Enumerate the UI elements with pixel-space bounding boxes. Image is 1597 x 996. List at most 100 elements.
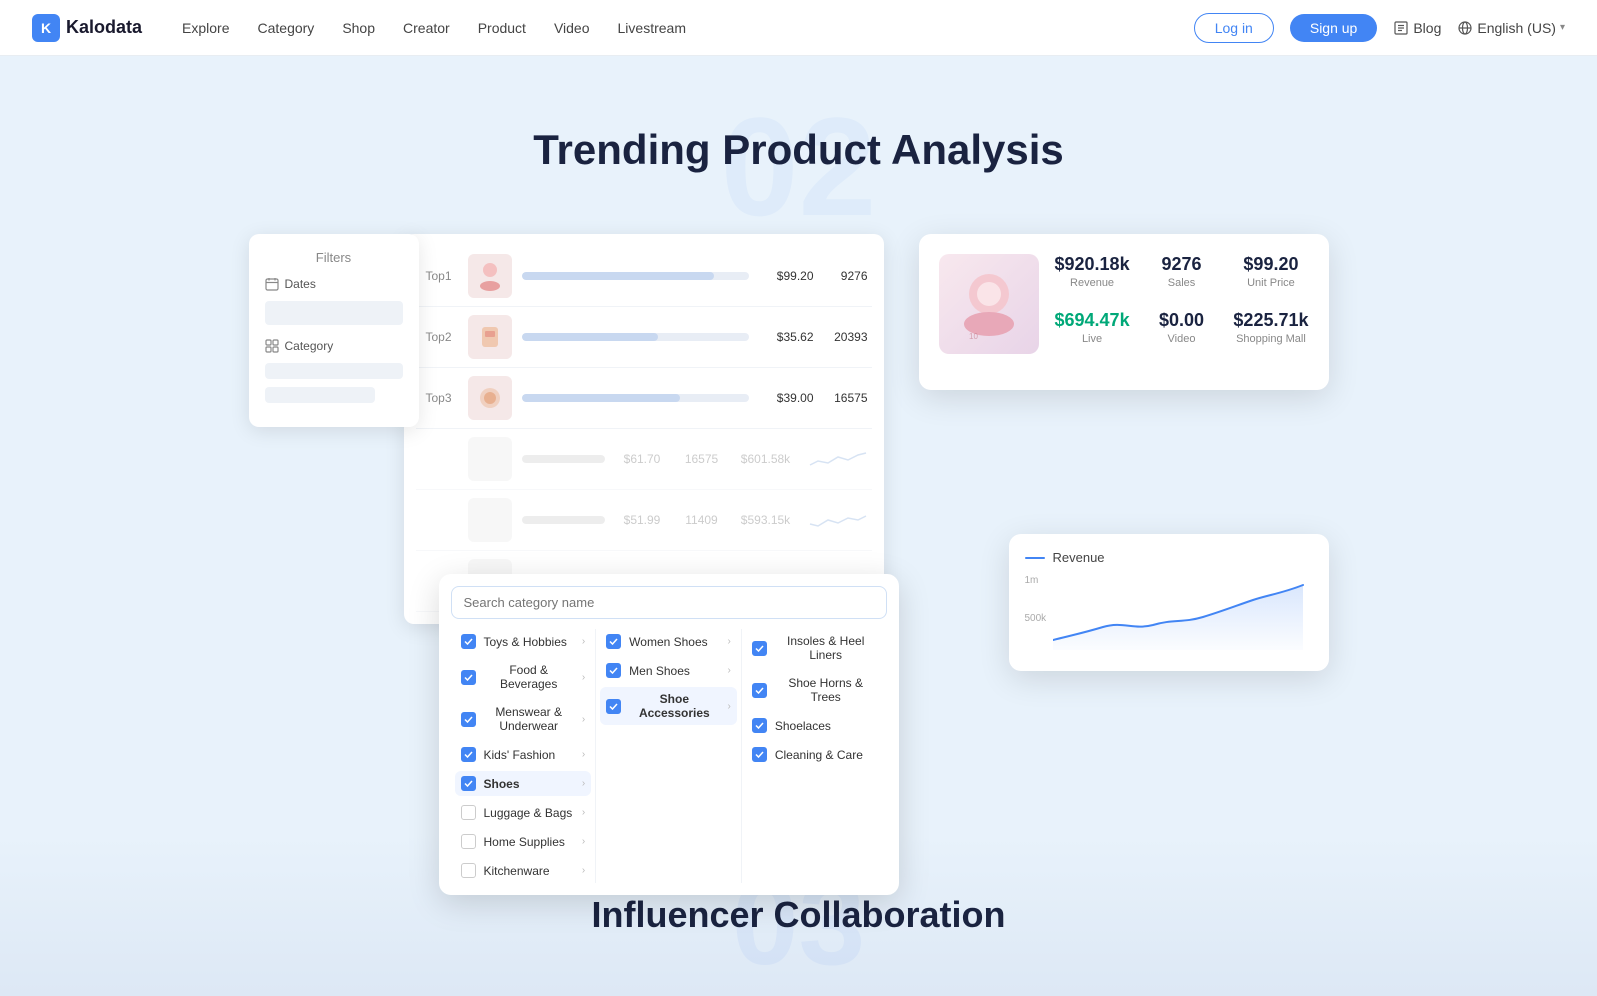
cat-arrow-shoe-accessories: › (728, 701, 731, 712)
checkbox-men-shoes[interactable] (606, 663, 621, 678)
checkbox-menswear[interactable] (461, 712, 476, 727)
cat-cleaning[interactable]: Cleaning & Care (746, 742, 883, 767)
revenue-line-chart (1053, 575, 1323, 650)
cat-label-food: Food & Beverages (484, 663, 574, 691)
nav-livestream[interactable]: Livestream (618, 16, 686, 40)
category-label: Category (285, 339, 334, 353)
rank-top1: Top1 (420, 269, 458, 283)
product-detail-card: 10 $920.18k Revenue 9276 Sales $99.20 Un… (919, 234, 1329, 390)
video-value: $0.00 (1146, 310, 1218, 331)
cat-shoe-accessories[interactable]: Shoe Accessories › (600, 687, 737, 725)
product-sales-1: 9276 (824, 269, 868, 283)
cat-luggage[interactable]: Luggage & Bags › (455, 800, 592, 825)
blog-link[interactable]: Blog (1393, 20, 1441, 36)
cat-menswear[interactable]: Menswear & Underwear › (455, 700, 592, 738)
product-price-1: $99.20 (759, 269, 814, 283)
checkbox-shoes[interactable] (461, 776, 476, 791)
cat-arrow-food: › (582, 672, 585, 683)
cat-arrow-men-shoes: › (728, 665, 731, 676)
revenue-legend-line (1025, 557, 1045, 559)
cat-label-cleaning: Cleaning & Care (775, 748, 863, 762)
checkbox-women-shoes[interactable] (606, 634, 621, 649)
shopping-mall-label: Shopping Mall (1233, 333, 1308, 345)
category-columns: Toys & Hobbies › Food & Beverages › Mens… (451, 629, 887, 883)
search-wrap (451, 586, 887, 619)
checkbox-food[interactable] (461, 670, 476, 685)
cat-home[interactable]: Home Supplies › (455, 829, 592, 854)
search-input[interactable] (451, 586, 887, 619)
unit-price-label: Unit Price (1233, 277, 1308, 289)
cat-label-shoe-accessories: Shoe Accessories (629, 692, 719, 720)
rank-top2: Top2 (420, 330, 458, 344)
checkbox-insoles[interactable] (752, 641, 767, 656)
cat-shoelaces[interactable]: Shoelaces (746, 713, 883, 738)
extra-price-2: $51.99 (615, 513, 670, 527)
nav-creator[interactable]: Creator (403, 16, 450, 40)
chart-y-1m: 1m (1025, 575, 1039, 586)
checkbox-kitchen[interactable] (461, 863, 476, 878)
checkbox-kids[interactable] (461, 747, 476, 762)
category-col-1: Toys & Hobbies › Food & Beverages › Mens… (451, 629, 597, 883)
mini-chart-2 (808, 508, 868, 532)
globe-icon (1457, 20, 1473, 36)
navbar: K Kalodata Explore Category Shop Creator… (0, 0, 1597, 56)
filters-panel: Filters Dates Category (249, 234, 419, 427)
language-selector[interactable]: English (US) ▾ (1457, 20, 1565, 36)
cat-men-shoes[interactable]: Men Shoes › (600, 658, 737, 683)
extra-sales-1: 16575 (680, 452, 724, 466)
demo-area: Filters Dates Category (249, 234, 1349, 714)
nav-category[interactable]: Category (258, 16, 315, 40)
checkbox-cleaning[interactable] (752, 747, 767, 762)
product-price-2: $35.62 (759, 330, 814, 344)
blog-icon (1393, 20, 1409, 36)
extra-sales-2: 11409 (680, 513, 724, 527)
video-stat: $0.00 Video (1146, 310, 1218, 354)
nav-product[interactable]: Product (478, 16, 526, 40)
cat-kitchen[interactable]: Kitchenware › (455, 858, 592, 883)
checkbox-home[interactable] (461, 834, 476, 849)
dates-label: Dates (285, 277, 316, 291)
svg-text:10: 10 (969, 332, 978, 341)
cat-women-shoes[interactable]: Women Shoes › (600, 629, 737, 654)
cat-label-women-shoes: Women Shoes (629, 635, 708, 649)
login-button[interactable]: Log in (1194, 13, 1274, 43)
checkbox-luggage[interactable] (461, 805, 476, 820)
checkbox-shoe-accessories[interactable] (606, 699, 621, 714)
product-thumb-1 (468, 254, 512, 298)
revenue-chart-area: 1m 500k (1025, 575, 1313, 655)
cat-shoe-horns[interactable]: Shoe Horns & Trees (746, 671, 883, 709)
revenue-label: Revenue (1055, 277, 1130, 289)
nav-video[interactable]: Video (554, 16, 590, 40)
nav-shop[interactable]: Shop (342, 16, 375, 40)
detail-product-thumb: 10 (939, 254, 1039, 354)
signup-button[interactable]: Sign up (1290, 14, 1377, 42)
cat-label-home: Home Supplies (484, 835, 565, 849)
language-label: English (US) (1477, 20, 1556, 36)
mini-chart-1 (808, 447, 868, 471)
sales-stat: 9276 Sales (1146, 254, 1218, 298)
dates-filter[interactable]: Dates (265, 277, 403, 291)
revenue-stat: $920.18k Revenue (1055, 254, 1130, 298)
detail-stats: $920.18k Revenue 9276 Sales $99.20 Unit … (1055, 254, 1309, 354)
cat-food[interactable]: Food & Beverages › (455, 658, 592, 696)
nav-explore[interactable]: Explore (182, 16, 229, 40)
logo-icon: K (32, 14, 60, 42)
cat-arrow-luggage: › (582, 807, 585, 818)
category-filter[interactable]: Category (265, 339, 403, 353)
checkbox-shoelaces[interactable] (752, 718, 767, 733)
cat-arrow-women-shoes: › (728, 636, 731, 647)
cat-insoles[interactable]: Insoles & Heel Liners (746, 629, 883, 667)
cat-arrow-kids: › (582, 749, 585, 760)
chart-y-500k: 500k (1025, 613, 1047, 624)
cat-toys-hobbies[interactable]: Toys & Hobbies › (455, 629, 592, 654)
cat-kids[interactable]: Kids' Fashion › (455, 742, 592, 767)
cat-label-insoles: Insoles & Heel Liners (775, 634, 877, 662)
revenue-chart-label: Revenue (1053, 550, 1105, 565)
product-image: 10 (949, 264, 1029, 344)
checkbox-shoe-horns[interactable] (752, 683, 767, 698)
cat-shoes[interactable]: Shoes › (455, 771, 592, 796)
table-row-extra: $51.99 11409 $593.15k (416, 490, 872, 551)
cat-label-shoes: Shoes (484, 777, 520, 791)
logo[interactable]: K Kalodata (32, 14, 142, 42)
checkbox-toys[interactable] (461, 634, 476, 649)
